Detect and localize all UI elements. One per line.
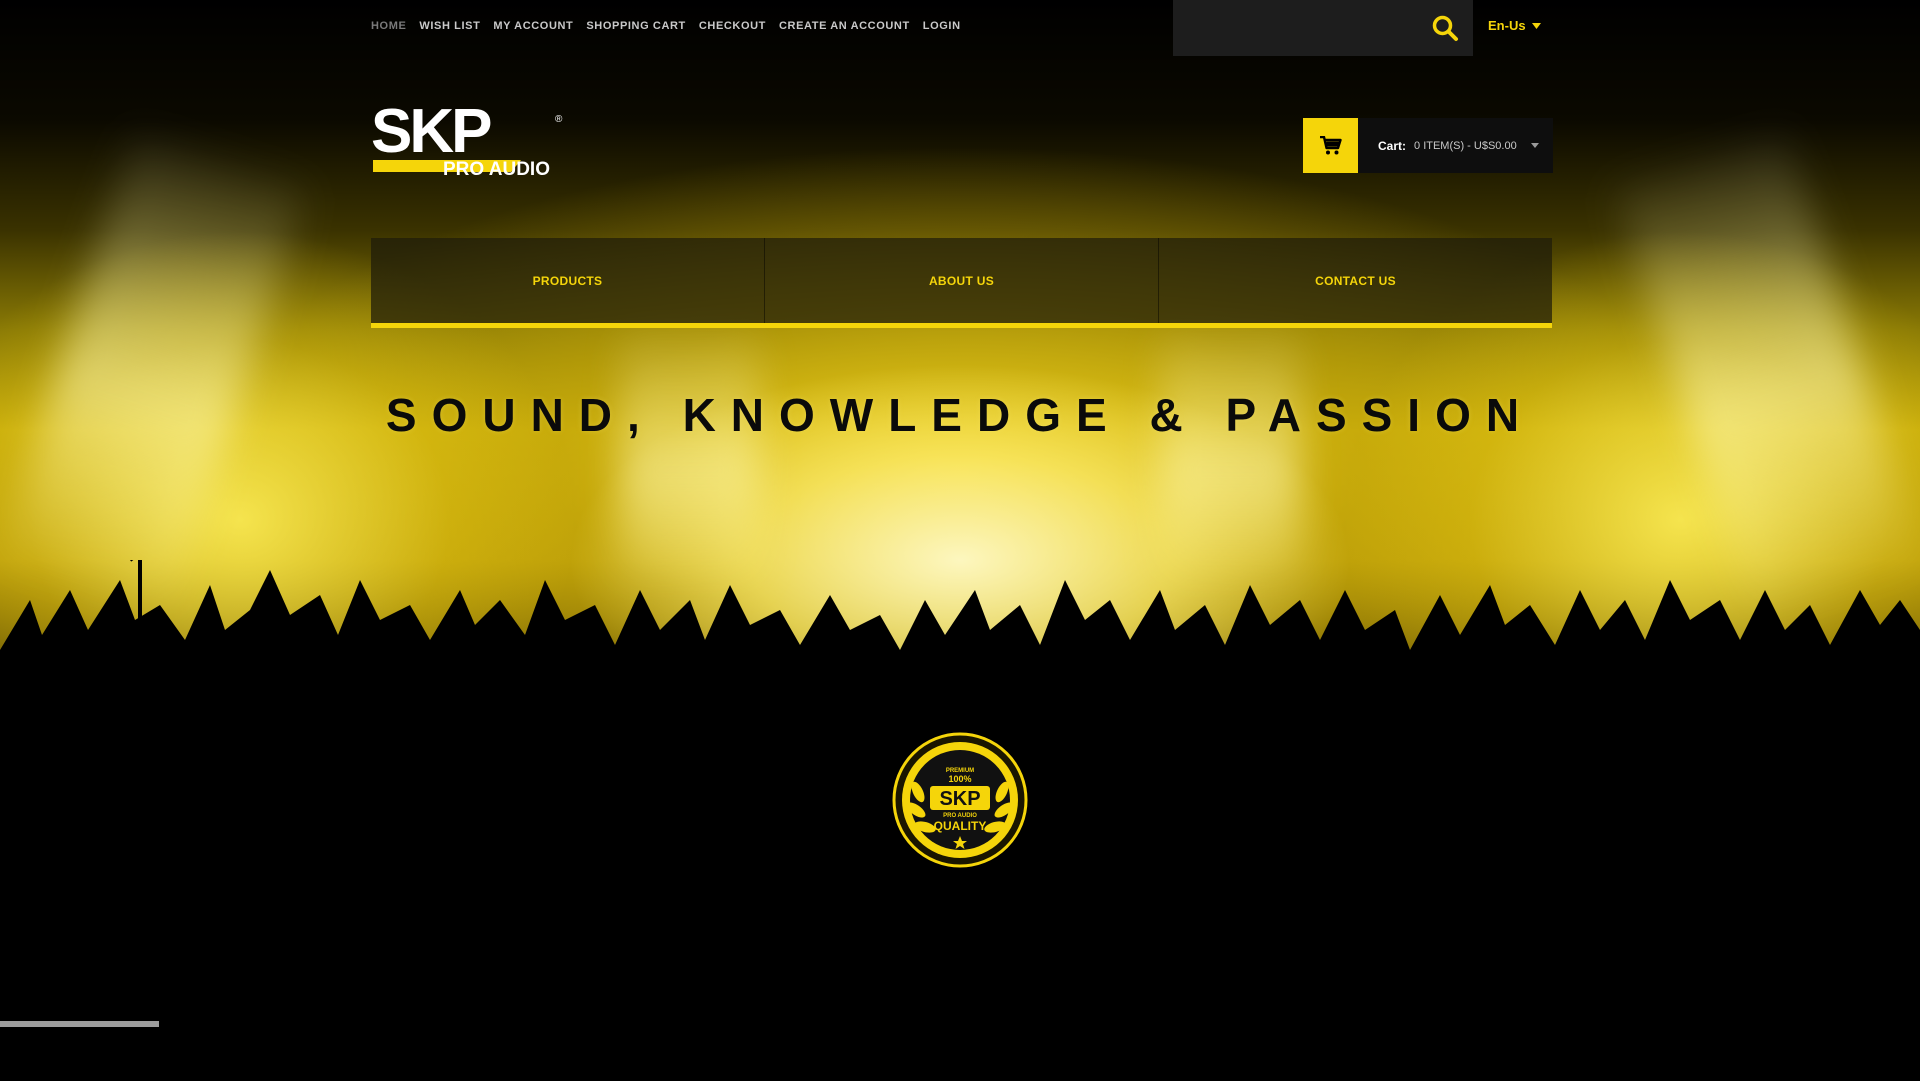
topnav-create-account-link[interactable]: CREATE AN ACCOUNT xyxy=(779,20,910,32)
hero-background-image xyxy=(0,0,1920,1081)
top-navigation: HOME WISH LIST MY ACCOUNT SHOPPING CART … xyxy=(371,20,961,32)
topnav-checkout-link[interactable]: CHECKOUT xyxy=(699,20,766,32)
stage-light-beam xyxy=(1613,133,1920,627)
language-selector[interactable]: En-Us xyxy=(1488,18,1541,33)
search-icon[interactable] xyxy=(1431,14,1459,42)
search-input[interactable] xyxy=(1185,14,1409,44)
logo-wordmark: SKP xyxy=(371,102,491,166)
badge-percent: 100% xyxy=(948,774,971,784)
topnav-my-account-link[interactable]: MY ACCOUNT xyxy=(493,20,573,32)
slideshow-progress-bar xyxy=(0,1021,1920,1027)
stage-light-beam xyxy=(1160,330,1300,590)
page: HOME WISH LIST MY ACCOUNT SHOPPING CART … xyxy=(0,0,1920,1081)
main-navigation: PRODUCTS ABOUT US CONTACT US xyxy=(371,238,1552,328)
cart-icon-box xyxy=(1303,118,1358,173)
language-label: En-Us xyxy=(1488,18,1526,33)
badge-bottom-text: QUALITY xyxy=(934,819,987,833)
search-box xyxy=(1173,0,1473,56)
topnav-shopping-cart-link[interactable]: SHOPPING CART xyxy=(586,20,685,32)
topnav-login-link[interactable]: LOGIN xyxy=(923,20,961,32)
chevron-down-icon xyxy=(1530,143,1539,148)
cart-summary: 0 ITEM(S) - U$S0.00 xyxy=(1414,139,1517,152)
logo-tagline: PRO AUDIO xyxy=(443,159,550,178)
hero-headline: SOUND, KNOWLEDGE & PASSION xyxy=(385,389,1535,441)
slideshow-progress-fill xyxy=(0,1021,160,1027)
nav-about-us[interactable]: ABOUT US xyxy=(765,238,1159,323)
cart-icon xyxy=(1319,135,1342,154)
logo-registered-mark: ® xyxy=(555,114,563,125)
skp-pro-audio-logo[interactable]: SKP ® PRO AUDIO xyxy=(371,102,576,178)
topnav-wish-list-link[interactable]: WISH LIST xyxy=(419,20,480,32)
badge-wordmark: SKP xyxy=(939,788,980,810)
topnav-home-link[interactable]: HOME xyxy=(371,20,406,32)
quality-badge: PREMIUM 100% SKP PRO AUDIO QUALITY xyxy=(892,732,1028,868)
cart-label: Cart: xyxy=(1378,138,1407,153)
nav-products[interactable]: PRODUCTS xyxy=(371,238,765,323)
stage-light-beam xyxy=(0,133,307,627)
stage-light-beam xyxy=(620,330,760,590)
cart-dropdown[interactable]: Cart: 0 ITEM(S) - U$S0.00 xyxy=(1303,118,1553,173)
nav-contact-us[interactable]: CONTACT US xyxy=(1159,238,1552,323)
caret-down-icon xyxy=(1531,22,1541,29)
